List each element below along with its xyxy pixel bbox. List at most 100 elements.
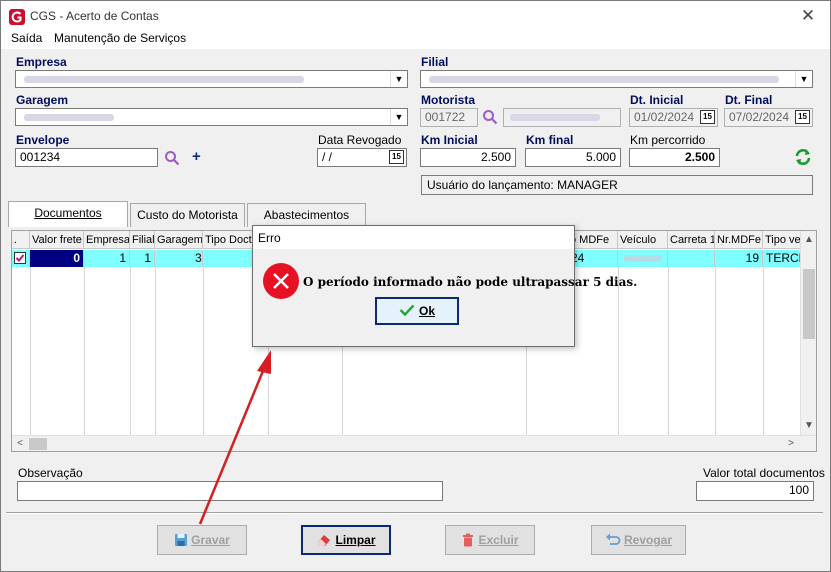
empresa-combo[interactable]: ▼ [15, 70, 408, 88]
dt-final-label: Dt. Final [725, 93, 773, 107]
chevron-down-icon[interactable]: ▼ [390, 109, 407, 125]
cell-valor-frete[interactable]: 0 [30, 250, 84, 267]
observacao-label: Observação [18, 466, 83, 480]
refresh-icon[interactable] [794, 148, 812, 166]
empresa-label: Empresa [16, 55, 67, 69]
garagem-combo[interactable]: ▼ [15, 108, 408, 126]
km-percorrido-field: 2.500 [629, 148, 720, 167]
km-final-label: Km final [526, 133, 574, 147]
close-window-button[interactable]: ✕ [798, 6, 818, 26]
km-inicial-field[interactable]: 2.500 [420, 148, 516, 167]
calendar-icon[interactable]: 15 [389, 150, 404, 164]
trash-icon [463, 533, 474, 547]
tab-custo-motorista-label: Custo do Motorista [137, 208, 238, 222]
scroll-right-icon[interactable]: > [784, 436, 798, 451]
scroll-thumb[interactable] [803, 269, 815, 339]
tab-custo-motorista[interactable]: Custo do Motorista [130, 203, 245, 227]
horizontal-scrollbar[interactable]: < > [12, 435, 816, 451]
ok-button[interactable]: Ok [375, 297, 459, 325]
limpar-button[interactable]: Limpar [301, 525, 391, 555]
search-icon[interactable] [482, 109, 498, 125]
valor-total-label: Valor total documentos [703, 466, 825, 480]
empresa-redacted-value [24, 76, 304, 83]
filial-label: Filial [421, 55, 449, 69]
checkmark-icon [399, 304, 415, 317]
grid-line [155, 267, 156, 435]
gravar-label: Gravar [191, 533, 230, 547]
column-header[interactable]: Garagem [155, 231, 203, 249]
column-header[interactable]: Valor frete [30, 231, 84, 249]
revogar-button[interactable]: Revogar [591, 525, 686, 555]
cell-empresa[interactable]: 1 [84, 250, 130, 267]
garagem-redacted-value [24, 114, 114, 121]
vertical-scrollbar[interactable]: ▲ ▼ [800, 231, 816, 436]
motorista-code-field[interactable]: 001722 [420, 108, 478, 127]
km-inicial-label: Km Inicial [421, 133, 478, 147]
column-header[interactable]: Carreta 1 [668, 231, 715, 249]
cgs-logo-icon [9, 9, 25, 25]
scroll-down-icon[interactable]: ▼ [802, 418, 816, 434]
cell-mdfe[interactable]: 24 [568, 250, 618, 267]
envelope-label: Envelope [16, 133, 70, 147]
envelope-field[interactable]: 001234 [15, 148, 158, 167]
chevron-down-icon[interactable]: ▼ [795, 71, 812, 87]
menu-saida[interactable]: Saída [11, 31, 42, 45]
add-icon[interactable]: + [192, 149, 201, 165]
column-header[interactable]: Nr.MDFe [715, 231, 763, 249]
data-revogado-label: Data Revogado [318, 133, 402, 147]
column-header[interactable]: Veículo [618, 231, 668, 249]
search-icon[interactable] [164, 150, 180, 166]
scroll-up-icon[interactable]: ▲ [802, 232, 816, 248]
gravar-button[interactable]: Gravar [157, 525, 247, 555]
column-header[interactable]: Tipo Docto [203, 231, 253, 249]
cell-garagem[interactable]: 3 [155, 250, 203, 267]
filial-redacted-value [429, 76, 779, 83]
cell-filial[interactable]: 1 [130, 250, 155, 267]
motorista-redacted-value [510, 114, 600, 121]
cell-tipo-ve[interactable]: TERCE [763, 250, 803, 267]
window-title: CGS - Acerto de Contas [30, 9, 159, 23]
calendar-icon[interactable]: 15 [700, 110, 715, 124]
title-bar: CGS - Acerto de Contas ✕ [1, 1, 830, 29]
cell-veiculo[interactable] [618, 250, 668, 267]
dt-final-value: 07/02/2024 [729, 110, 790, 124]
observacao-field[interactable] [17, 481, 443, 501]
km-final-field[interactable]: 5.000 [525, 148, 621, 167]
km-percorrido-label: Km percorrido [630, 133, 706, 147]
tab-abastecimentos-label: Abastecimentos [263, 208, 350, 222]
column-header[interactable]: Filial [130, 231, 155, 249]
motorista-label: Motorista [421, 93, 475, 107]
grid-line [84, 267, 85, 435]
grid-line [130, 267, 131, 435]
grid-line [668, 267, 669, 435]
menu-manutencao-servicos[interactable]: Manutenção de Serviços [54, 31, 186, 45]
chevron-down-icon[interactable]: ▼ [390, 71, 407, 87]
calendar-icon[interactable]: 15 [795, 110, 810, 124]
scroll-thumb[interactable] [29, 438, 47, 450]
grid-line [763, 267, 764, 435]
cell-tipo-docto[interactable] [203, 250, 253, 267]
scroll-left-icon[interactable]: < [13, 436, 27, 451]
column-header[interactable]: o MDFe [568, 231, 618, 249]
undo-icon [605, 533, 621, 545]
dialog-title: Erro [253, 226, 574, 249]
grid-line [203, 267, 204, 435]
cell-carreta[interactable] [668, 250, 715, 267]
garagem-label: Garagem [16, 93, 69, 107]
limpar-label: Limpar [335, 533, 376, 547]
filial-combo[interactable]: ▼ [420, 70, 813, 88]
cell-nr-mdfe[interactable]: 19 [715, 250, 763, 267]
grid-line [30, 267, 31, 435]
tab-abastecimentos[interactable]: Abastecimentos [247, 203, 366, 227]
tab-documentos[interactable]: Documentos [8, 201, 128, 227]
valor-total-field: 100 [696, 481, 814, 501]
column-header[interactable]: . [12, 231, 30, 249]
motorista-name-field[interactable] [503, 108, 621, 127]
column-header[interactable]: Empresa [84, 231, 130, 249]
error-icon [263, 263, 299, 299]
menu-bar: Saída Manutenção de Serviços [1, 29, 830, 49]
excluir-button[interactable]: Excluir [445, 525, 535, 555]
veiculo-redacted-value [624, 255, 662, 262]
row-checkbox[interactable] [12, 250, 30, 267]
column-header[interactable]: Tipo ve [763, 231, 803, 249]
